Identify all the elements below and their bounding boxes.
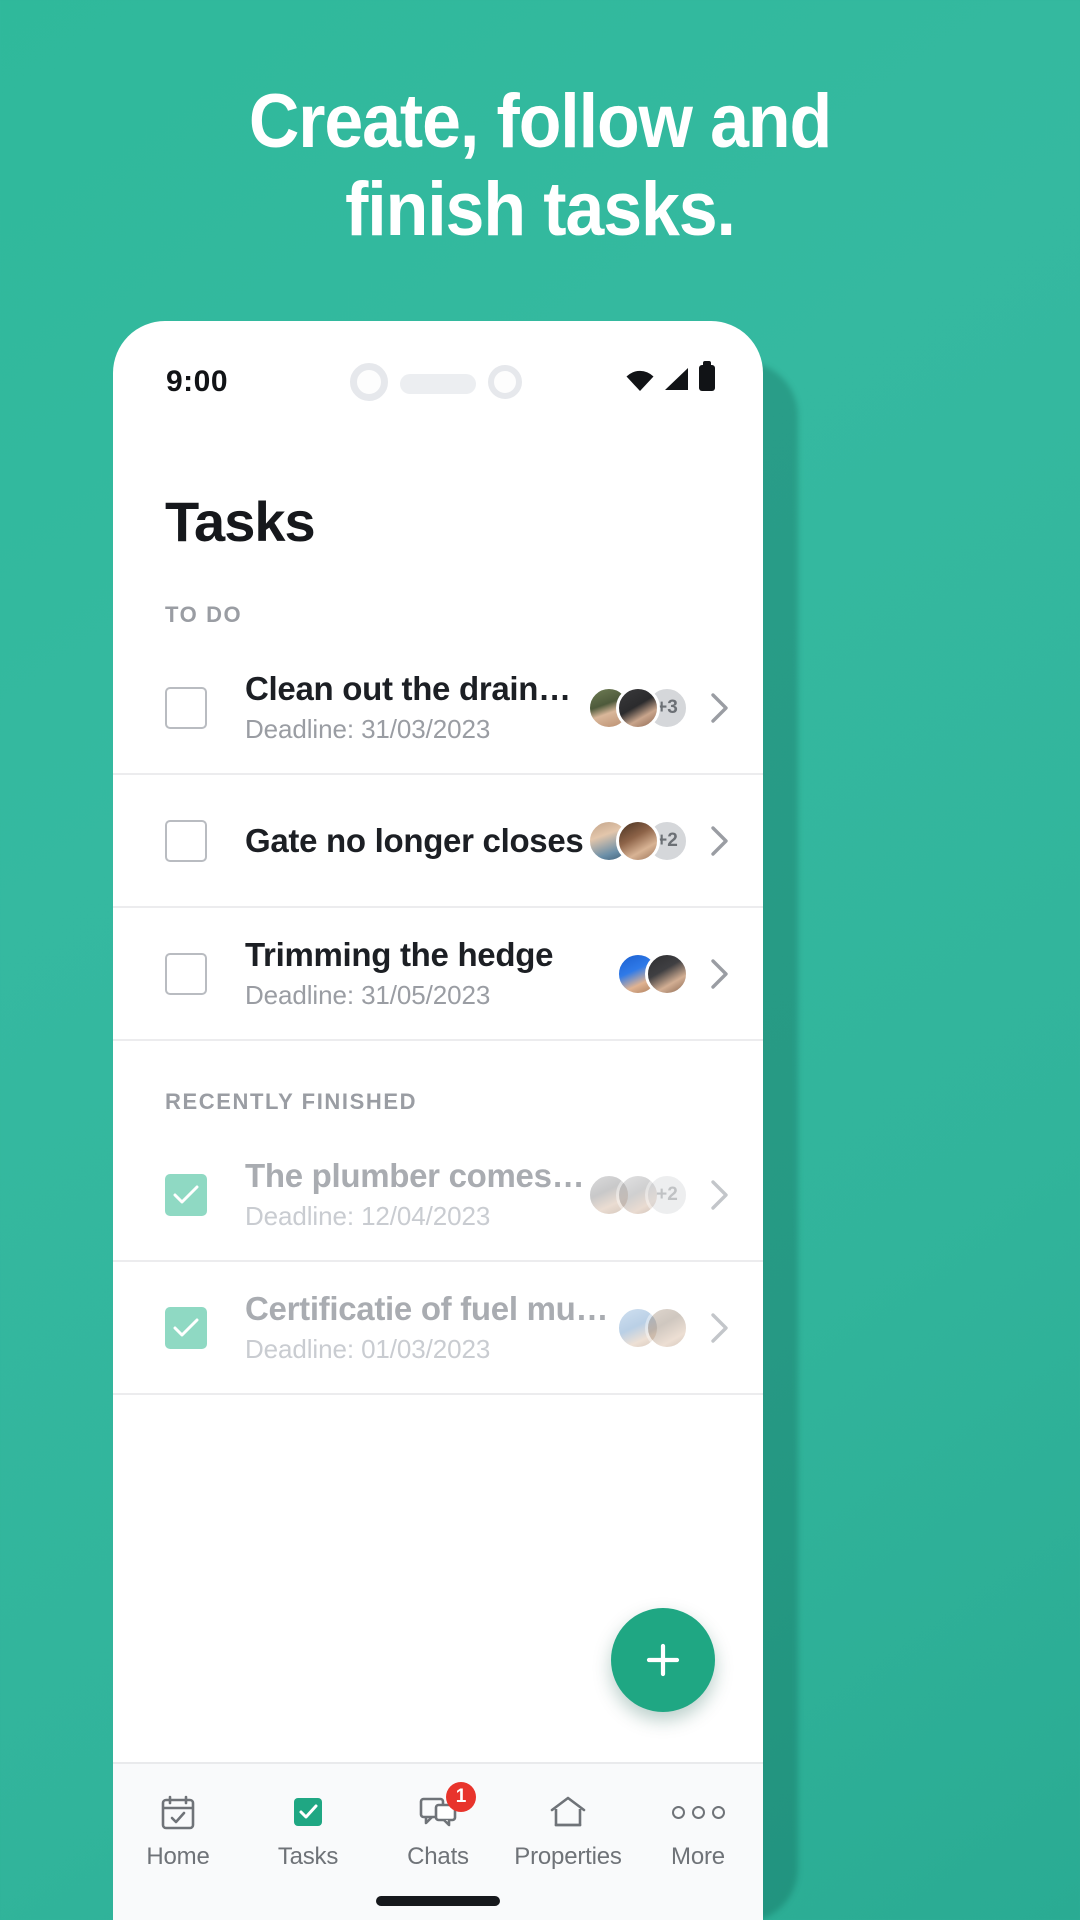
status-bar: 9:00 [113, 321, 763, 431]
status-bar-time: 9:00 [166, 365, 229, 398]
task-assignee-avatars[interactable]: +2 [587, 818, 689, 863]
camera-cutout-left-icon [350, 363, 388, 401]
task-title: Certificatie of fuel must ... [245, 1290, 616, 1327]
ellipsis-dots [671, 1805, 725, 1819]
tab-label: Properties [514, 1843, 622, 1870]
task-checkbox[interactable] [165, 819, 207, 862]
task-checkbox[interactable] [165, 1306, 207, 1349]
task-text: Gate no longer closes [245, 822, 587, 860]
avatar [616, 818, 660, 863]
avatar [616, 685, 660, 730]
task-title: The plumber comes by [245, 1157, 587, 1194]
bottom-tab-bar: Home Tasks 1 Chats Properties More [113, 1762, 763, 1920]
tab-label: Chats [407, 1843, 469, 1870]
chats-unread-badge: 1 [446, 1782, 476, 1812]
add-task-fab[interactable] [611, 1608, 715, 1712]
task-assignee-avatars[interactable] [616, 1305, 689, 1350]
chat-bubbles-icon: 1 [418, 1782, 476, 1834]
phone-mockup: 9:00 Tasks TO DO Clean out the drainpipe… [113, 321, 763, 1920]
task-checkbox[interactable] [165, 952, 207, 995]
avatar-overflow-badge: +2 [645, 1172, 689, 1217]
task-deadline: Deadline: 01/03/2023 [245, 1334, 491, 1364]
task-deadline: Deadline: 12/04/2023 [245, 1201, 491, 1231]
tab-label: More [671, 1843, 725, 1870]
task-text: Certificatie of fuel must ... Deadline: … [245, 1290, 616, 1365]
chevron-right-icon[interactable] [707, 1312, 733, 1344]
ellipsis-icon [671, 1790, 725, 1834]
task-row[interactable]: Certificatie of fuel must ... Deadline: … [113, 1262, 763, 1395]
task-deadline: Deadline: 31/03/2023 [245, 714, 491, 744]
cellular-signal-icon [662, 367, 690, 391]
tab-tasks[interactable]: Tasks [243, 1790, 373, 1871]
wifi-icon [625, 369, 654, 391]
task-deadline: Deadline: 31/05/2023 [245, 980, 491, 1010]
task-row[interactable]: Trimming the hedge Deadline: 31/05/2023 [113, 908, 763, 1041]
task-assignee-avatars[interactable]: +3 [587, 685, 689, 730]
plus-icon [646, 1643, 680, 1677]
task-text: The plumber comes by Deadline: 12/04/202… [245, 1157, 587, 1232]
task-row[interactable]: Gate no longer closes +2 [113, 775, 763, 908]
tab-more[interactable]: More [633, 1790, 763, 1871]
house-icon [548, 1790, 588, 1834]
task-assignee-avatars[interactable] [616, 951, 689, 996]
task-text: Trimming the hedge Deadline: 31/05/2023 [245, 936, 616, 1011]
tab-home[interactable]: Home [113, 1790, 243, 1871]
task-title: Trimming the hedge [245, 936, 554, 973]
promo-headline: Create, follow and finish tasks. [43, 78, 1037, 254]
tab-chats[interactable]: 1 Chats [373, 1782, 503, 1871]
task-text: Clean out the drainpipe Deadline: 31/03/… [245, 670, 587, 745]
task-list-todo: Clean out the drainpipe Deadline: 31/03/… [113, 642, 763, 1041]
camera-cutout-right-icon [488, 365, 522, 399]
battery-full-icon [699, 361, 715, 391]
avatar [645, 1305, 689, 1350]
status-bar-icons [625, 361, 715, 391]
task-assignee-avatars[interactable]: +2 [587, 1172, 689, 1217]
section-label-todo: TO DO [165, 602, 243, 627]
dot [671, 1805, 685, 1819]
dot [711, 1805, 725, 1819]
chevron-right-icon[interactable] [707, 958, 733, 990]
task-title: Gate no longer closes [245, 821, 584, 859]
dot [691, 1805, 705, 1819]
headline-line-2: finish tasks. [345, 167, 736, 252]
task-checkbox[interactable] [165, 686, 207, 729]
avatar [645, 951, 689, 996]
checkbox-filled-icon [289, 1790, 327, 1834]
tab-label: Tasks [277, 1843, 339, 1870]
earpiece-speaker [400, 374, 476, 394]
task-row[interactable]: The plumber comes by Deadline: 12/04/202… [113, 1129, 763, 1262]
chevron-right-icon[interactable] [707, 692, 733, 724]
task-list-finished: The plumber comes by Deadline: 12/04/202… [113, 1129, 763, 1395]
chevron-right-icon[interactable] [707, 1179, 733, 1211]
page-title: Tasks [165, 490, 316, 553]
section-label-recently-finished: RECENTLY FINISHED [165, 1089, 418, 1114]
tab-properties[interactable]: Properties [503, 1790, 633, 1871]
task-row[interactable]: Clean out the drainpipe Deadline: 31/03/… [113, 642, 763, 775]
headline-line-1: Create, follow and [248, 79, 832, 164]
chevron-right-icon[interactable] [707, 825, 733, 857]
task-title: Clean out the drainpipe [245, 670, 587, 707]
task-checkbox[interactable] [165, 1173, 207, 1216]
calendar-check-icon [159, 1790, 197, 1834]
tab-label: Home [146, 1843, 210, 1870]
home-indicator [376, 1896, 500, 1906]
